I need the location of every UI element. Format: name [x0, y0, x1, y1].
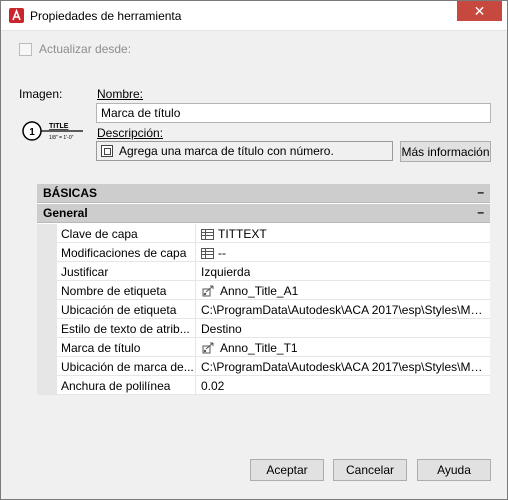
collapse-icon[interactable]: –: [477, 185, 484, 199]
window-title: Propiedades de herramienta: [30, 9, 182, 23]
property-name: Ubicación de marca de...: [61, 360, 194, 374]
property-row[interactable]: Modificaciones de capa --: [37, 243, 490, 262]
property-name: Marca de título: [61, 341, 141, 355]
autocad-app-icon: [9, 8, 24, 23]
column-divider[interactable]: [195, 357, 196, 376]
help-label: Ayuda: [437, 463, 471, 477]
row-gutter: [37, 262, 57, 281]
more-info-label: Más información: [401, 144, 490, 159]
layer-key-icon: [201, 247, 214, 259]
property-name: Clave de capa: [61, 227, 138, 241]
property-value-text: Anno_Title_A1: [220, 284, 299, 298]
property-row[interactable]: Estilo de texto de atrib... Destino: [37, 319, 490, 338]
ok-label: Aceptar: [266, 463, 308, 477]
property-value[interactable]: --: [201, 246, 489, 260]
category-basicas[interactable]: BÁSICAS –: [37, 184, 490, 203]
column-divider[interactable]: [195, 243, 196, 262]
close-button[interactable]: ✕: [457, 1, 502, 21]
column-divider[interactable]: [195, 376, 196, 395]
row-gutter: [37, 376, 57, 395]
property-value-text: Anno_Title_T1: [220, 341, 298, 355]
category-basicas-label: BÁSICAS: [43, 186, 98, 200]
property-value[interactable]: Izquierda: [201, 265, 489, 279]
description-edit-icon: [101, 145, 113, 157]
column-divider[interactable]: [195, 300, 196, 319]
cancel-button[interactable]: Cancelar: [333, 459, 407, 481]
property-value[interactable]: C:\ProgramData\Autodesk\ACA 2017\esp\Sty…: [201, 303, 489, 317]
property-value[interactable]: Anno_Title_T1: [201, 341, 489, 355]
column-divider[interactable]: [195, 319, 196, 338]
property-value-text: TITTEXT: [218, 227, 267, 241]
property-value[interactable]: C:\ProgramData\Autodesk\ACA 2017\esp\Sty…: [201, 360, 489, 374]
property-name: Modificaciones de capa: [61, 246, 187, 260]
row-gutter: [37, 281, 57, 300]
column-divider[interactable]: [195, 224, 196, 243]
row-gutter: [37, 224, 57, 243]
column-divider[interactable]: [195, 338, 196, 357]
property-row[interactable]: Justificar Izquierda: [37, 262, 490, 281]
title-bar: Propiedades de herramienta ✕: [1, 1, 507, 31]
property-row[interactable]: Ubicación de etiqueta C:\ProgramData\Auto…: [37, 300, 490, 319]
update-from-label: Actualizar desde:: [39, 42, 132, 56]
property-value[interactable]: TITTEXT: [201, 227, 489, 241]
layer-key-icon: [201, 228, 214, 240]
more-info-button[interactable]: Más información: [400, 141, 491, 162]
property-value-text: Destino: [201, 322, 242, 336]
block-icon: [201, 342, 216, 355]
row-gutter: [37, 357, 57, 376]
category-general-label: General: [43, 206, 88, 220]
preview-title: TITLE: [49, 123, 69, 130]
ok-button[interactable]: Aceptar: [250, 459, 324, 481]
update-from-checkbox[interactable]: [19, 42, 32, 56]
row-gutter: [37, 300, 57, 319]
property-row[interactable]: Nombre de etiqueta Anno_Title_A1: [37, 281, 490, 300]
row-gutter: [37, 243, 57, 262]
property-value-text: C:\ProgramData\Autodesk\ACA 2017\esp\Sty…: [201, 360, 489, 374]
property-row[interactable]: Anchura de polilínea 0.02: [37, 376, 490, 395]
column-divider[interactable]: [195, 281, 196, 300]
property-row[interactable]: Ubicación de marca de... C:\ProgramData\A…: [37, 357, 490, 376]
image-label: Imagen:: [19, 87, 63, 101]
title-mark-preview-image[interactable]: 1 TITLE 1/8" = 1'-0": [21, 119, 85, 149]
help-button[interactable]: Ayuda: [417, 459, 491, 481]
property-row[interactable]: Clave de capa TITTEXT: [37, 224, 490, 243]
property-value-text: 0.02: [201, 379, 225, 393]
row-gutter: [37, 319, 57, 338]
preview-number: 1: [29, 127, 35, 138]
property-name: Ubicación de etiqueta: [61, 303, 177, 317]
property-value[interactable]: Anno_Title_A1: [201, 284, 489, 298]
close-icon: ✕: [473, 2, 486, 19]
properties-grid: BÁSICAS – General – Clave de capa TITTEXT…: [37, 184, 490, 395]
column-divider[interactable]: [195, 262, 196, 281]
name-input[interactable]: [96, 103, 491, 123]
property-value-text: Izquierda: [201, 265, 251, 279]
category-general[interactable]: General –: [37, 204, 490, 223]
property-name: Justificar: [61, 265, 109, 279]
property-row[interactable]: Marca de título Anno_Title_T1: [37, 338, 490, 357]
name-label: Nombre:: [97, 87, 144, 101]
property-value-text: C:\ProgramData\Autodesk\ACA 2017\esp\Sty…: [201, 303, 489, 317]
description-field[interactable]: Agrega una marca de título con número.: [96, 141, 393, 161]
property-name: Nombre de etiqueta: [61, 284, 167, 298]
cancel-label: Cancelar: [345, 463, 395, 477]
row-gutter: [37, 338, 57, 357]
preview-scale: 1/8" = 1'-0": [49, 135, 74, 141]
block-icon: [201, 285, 216, 298]
update-from-row: Actualizar desde:: [19, 42, 131, 56]
property-value[interactable]: 0.02: [201, 379, 489, 393]
collapse-icon[interactable]: –: [477, 205, 484, 219]
property-name: Anchura de polilínea: [61, 379, 171, 393]
description-text: Agrega una marca de título con número.: [119, 144, 334, 158]
property-value-text: --: [218, 246, 226, 260]
property-name: Estilo de texto de atrib...: [61, 322, 190, 336]
dialog-window: Propiedades de herramienta ✕ Actualizar …: [0, 0, 508, 500]
property-value[interactable]: Destino: [201, 322, 489, 336]
description-label: Descripción:: [97, 126, 164, 140]
